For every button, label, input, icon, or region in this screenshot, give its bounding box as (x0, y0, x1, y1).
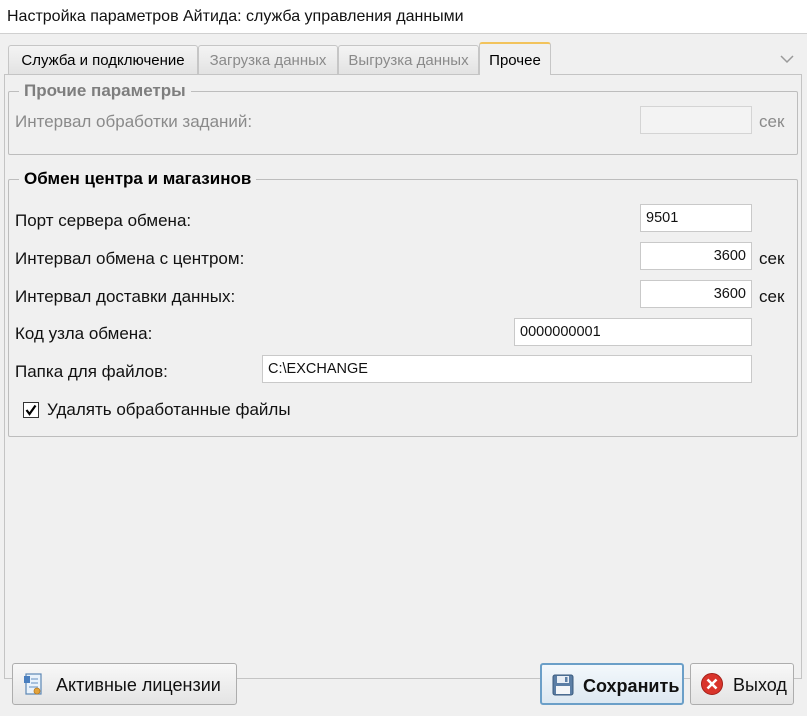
server-port-input[interactable]: 9501 (640, 204, 752, 232)
active-licenses-label: Активные лицензии (56, 675, 221, 695)
save-button[interactable]: Сохранить (540, 663, 684, 705)
checkmark-icon (25, 404, 37, 416)
other-params-group: Прочие параметры Интервал обработки зада… (8, 81, 798, 155)
tab-page-other: Прочие параметры Интервал обработки зада… (4, 74, 802, 679)
folder-input[interactable]: C:\EXCHANGE (262, 355, 752, 383)
exit-label: Выход (733, 675, 787, 695)
node-code-label: Код узла обмена: (15, 324, 153, 343)
active-licenses-button[interactable]: Активные лицензии (12, 663, 237, 705)
exchange-title: Обмен центра и магазинов (19, 169, 257, 189)
center-interval-input[interactable]: 3600 (640, 242, 752, 270)
dialog-body: Служба и подключение Загрузка данных Выг… (0, 34, 807, 716)
exit-button[interactable]: Выход (690, 663, 794, 705)
tab-service-connection[interactable]: Служба и подключение (8, 45, 198, 75)
license-document-icon (24, 673, 42, 695)
delete-processed-checkbox[interactable] (23, 402, 39, 418)
chevron-down-icon[interactable] (778, 50, 796, 68)
tab-other[interactable]: Прочее (479, 42, 551, 75)
delivery-interval-label: Интервал доставки данных: (15, 287, 236, 306)
save-label: Сохранить (583, 676, 680, 696)
delivery-interval-unit: сек (759, 287, 785, 306)
floppy-disk-icon (552, 674, 574, 696)
close-circle-icon (701, 673, 723, 695)
center-interval-unit: сек (759, 249, 785, 268)
task-interval-label: Интервал обработки заданий: (15, 112, 253, 131)
title-bar: Настройка параметров Айтида: служба упра… (0, 0, 807, 34)
center-interval-label: Интервал обмена с центром: (15, 249, 245, 268)
other-params-title: Прочие параметры (19, 81, 191, 101)
window-title: Настройка параметров Айтида: служба упра… (7, 8, 464, 25)
task-interval-unit: сек (759, 112, 785, 131)
delivery-interval-input[interactable]: 3600 (640, 280, 752, 308)
tab-strip: Служба и подключение Загрузка данных Выг… (6, 42, 802, 75)
delete-processed-label[interactable]: Удалять обработанные файлы (47, 400, 291, 420)
tab-data-loading[interactable]: Загрузка данных (198, 45, 338, 75)
tab-data-export[interactable]: Выгрузка данных (338, 45, 479, 75)
task-interval-input[interactable] (640, 106, 752, 134)
folder-label: Папка для файлов: (15, 362, 168, 381)
server-port-label: Порт сервера обмена: (15, 211, 192, 230)
node-code-input[interactable]: 0000000001 (514, 318, 752, 346)
exchange-group: Обмен центра и магазинов Порт сервера об… (8, 169, 798, 437)
